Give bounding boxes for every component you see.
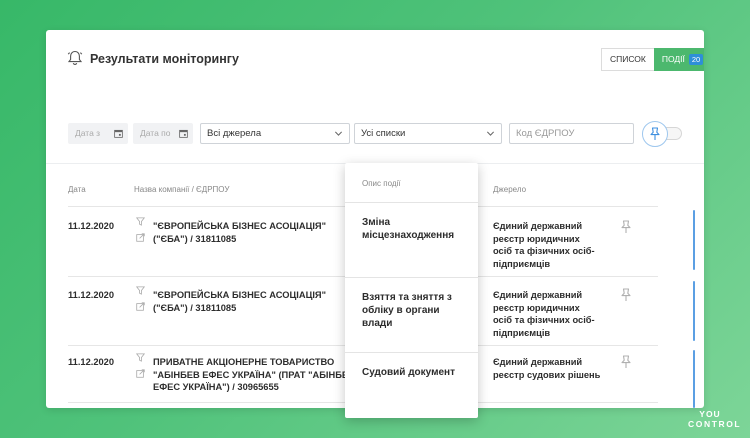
logo-line-1: YOU bbox=[699, 409, 721, 419]
column-header-date: Дата bbox=[68, 185, 86, 194]
column-header-company: Назва компанії / ЄДРПОУ bbox=[134, 185, 230, 194]
pin-icon[interactable] bbox=[620, 220, 632, 234]
row-3-date: 11.12.2020 bbox=[68, 357, 115, 367]
list-view-button[interactable]: СПИСОК bbox=[601, 48, 654, 71]
filter-icon[interactable] bbox=[136, 353, 145, 362]
filters-bar: Дата з Дата по Всі джерела Усі списки Ко… bbox=[46, 121, 704, 147]
row-scroll-indicator bbox=[693, 281, 695, 341]
column-header-source: Джерело bbox=[493, 185, 527, 194]
date-from-input[interactable]: Дата з bbox=[68, 123, 128, 144]
sources-select-value: Всі джерела bbox=[207, 128, 262, 139]
chevron-down-icon bbox=[486, 131, 495, 136]
calendar-icon bbox=[114, 129, 123, 138]
sources-select[interactable]: Всі джерела bbox=[200, 123, 350, 144]
row-2-source: Єдиний державний реєстр юридичних осіб т… bbox=[493, 290, 595, 338]
date-to-placeholder: Дата по bbox=[140, 128, 171, 138]
event-item[interactable]: Взяття та зняття з обліку в органи влади bbox=[345, 278, 478, 353]
row-3-source: Єдиний державний реєстр судових рішень bbox=[493, 357, 601, 380]
row-scroll-indicator bbox=[693, 210, 695, 270]
view-switch: СПИСОК ПОДІЇ 20 bbox=[601, 48, 704, 71]
row-2-date: 11.12.2020 bbox=[68, 290, 115, 300]
lists-select[interactable]: Усі списки bbox=[354, 123, 502, 144]
pin-icon[interactable] bbox=[620, 355, 632, 369]
event-item[interactable]: Судовий документ bbox=[345, 353, 478, 428]
row-3-company[interactable]: ПРИВАТНЕ АКЦІОНЕРНЕ ТОВАРИСТВО "АБІНБЕВ … bbox=[153, 356, 368, 394]
pin-icon[interactable] bbox=[620, 288, 632, 302]
events-view-button[interactable]: ПОДІЇ 20 bbox=[653, 48, 704, 71]
external-link-icon[interactable] bbox=[136, 302, 145, 311]
events-view-label: ПОДІЇ bbox=[661, 54, 685, 64]
chevron-down-icon bbox=[334, 131, 343, 136]
events-count-badge: 20 bbox=[688, 54, 704, 65]
calendar-icon bbox=[179, 129, 188, 138]
edrpou-code-input[interactable]: Код ЄДРПОУ bbox=[509, 123, 634, 144]
bell-icon bbox=[67, 50, 83, 65]
date-to-input[interactable]: Дата по bbox=[133, 123, 193, 144]
page-title: Результати моніторингу bbox=[90, 52, 239, 66]
edrpou-code-placeholder: Код ЄДРПОУ bbox=[516, 128, 575, 139]
date-from-placeholder: Дата з bbox=[75, 128, 101, 138]
event-dropdown-header: Опис події bbox=[345, 163, 478, 203]
logo-line-2: CONTROL bbox=[688, 419, 742, 429]
panel-header: Результати моніторингу СПИСОК ПОДІЇ 20 bbox=[46, 30, 704, 90]
row-2-company[interactable]: "ЄВРОПЕЙСЬКА БІЗНЕС АСОЦІАЦІЯ" ("ЄБА") /… bbox=[153, 289, 353, 314]
pin-icon bbox=[650, 127, 660, 140]
external-link-icon[interactable] bbox=[136, 369, 145, 378]
filter-icon[interactable] bbox=[136, 217, 145, 226]
row-1-source: Єдиний державний реєстр юридичних осіб т… bbox=[493, 221, 595, 269]
youcontrol-logo: YOU CONTROL bbox=[688, 409, 742, 430]
lists-select-value: Усі списки bbox=[361, 128, 406, 139]
row-1-company[interactable]: "ЄВРОПЕЙСЬКА БІЗНЕС АСОЦІАЦІЯ" ("ЄБА") /… bbox=[153, 220, 353, 245]
filter-icon[interactable] bbox=[136, 286, 145, 295]
pinned-filter-toggle[interactable] bbox=[642, 121, 668, 147]
event-description-dropdown: Опис події Зміна місцезнаходження Взяття… bbox=[345, 163, 478, 418]
external-link-icon[interactable] bbox=[136, 233, 145, 242]
row-scroll-indicator bbox=[693, 350, 695, 408]
event-item[interactable]: Зміна місцезнаходження bbox=[345, 203, 478, 278]
row-1-date: 11.12.2020 bbox=[68, 221, 115, 231]
